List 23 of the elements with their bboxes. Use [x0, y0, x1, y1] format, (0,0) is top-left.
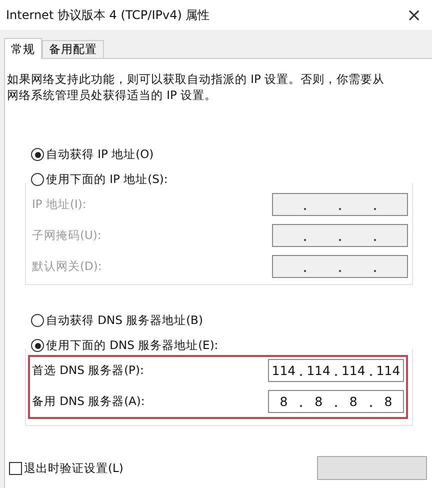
- radio-button[interactable]: [31, 314, 44, 327]
- field-label: 首选 DNS 服务器(P):: [32, 363, 144, 378]
- radio-button[interactable]: [31, 339, 44, 352]
- field-label: IP 地址(I):: [32, 197, 86, 212]
- ip-address-field[interactable]: [272, 193, 408, 216]
- tab[interactable]: 常规: [4, 38, 42, 59]
- close-button[interactable]: ×: [396, 0, 432, 30]
- radio-label: 自动获得 IP 地址(O): [46, 147, 154, 162]
- field-label: 默认网关(D):: [32, 259, 102, 274]
- window-title: Internet 协议版本 4 (TCP/IPv4) 属性: [6, 6, 210, 24]
- ip-address-field[interactable]: [272, 224, 408, 247]
- ip-address-field[interactable]: 8 8 8 8: [268, 390, 404, 413]
- tab[interactable]: 备用配置: [42, 40, 104, 58]
- description-text: 如果网络支持此功能，则可以获取自动指派的 IP 设置。否则，你需要从网络系统管理员处获得适当的 IP 设置。: [7, 71, 386, 103]
- checkbox[interactable]: [9, 462, 22, 474]
- radio-label: 使用下面的 IP 地址(S):: [46, 172, 168, 187]
- radio-label: 自动获得 DNS 服务器地址(B): [46, 313, 203, 328]
- field-label: 子网掩码(U):: [32, 228, 102, 243]
- field-label: 备用 DNS 服务器(A):: [32, 394, 145, 409]
- checkbox-label: 退出时验证设置(L): [24, 460, 124, 476]
- ip-address-field[interactable]: [272, 255, 408, 278]
- ip-address-field[interactable]: 114 114 114 114: [268, 359, 404, 382]
- radio-label: 使用下面的 DNS 服务器地址(E):: [46, 338, 218, 353]
